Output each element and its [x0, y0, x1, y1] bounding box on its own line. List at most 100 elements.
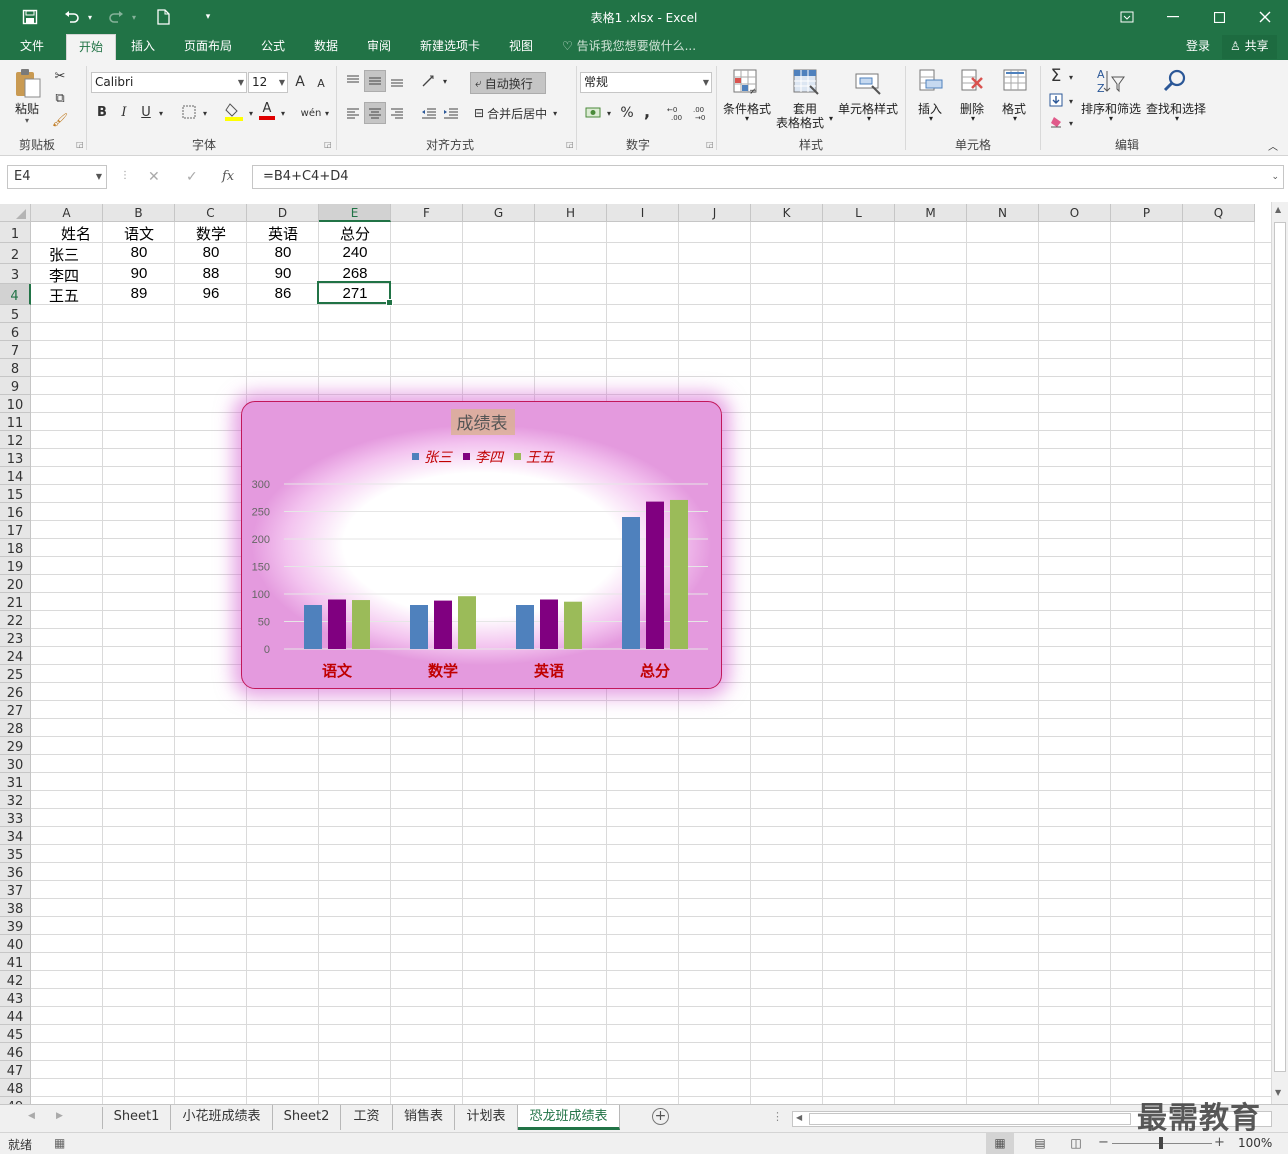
row-header-24[interactable]: 24 [0, 647, 31, 665]
enter-icon[interactable]: ✓ [186, 169, 198, 185]
phonetic-icon[interactable]: wén [300, 102, 322, 124]
format-table-dropdown-icon[interactable]: ▾ [826, 114, 836, 123]
row-header-4[interactable]: 4 [0, 284, 31, 305]
insert-function-icon[interactable]: fx [222, 169, 234, 184]
tab-file[interactable]: 文件 [10, 34, 54, 60]
accounting-icon[interactable] [582, 102, 606, 124]
number-launcher-icon[interactable]: ◲ [706, 140, 714, 149]
find-select-icon[interactable] [1160, 66, 1190, 96]
tab-new-tab[interactable]: 新建选项卡 [412, 34, 488, 60]
cancel-icon[interactable]: ✕ [148, 169, 160, 185]
row-header-1[interactable]: 1 [0, 222, 31, 243]
conditional-format-icon[interactable]: ≠ [730, 66, 762, 98]
increase-decimal-icon[interactable]: ←0.00 [666, 102, 688, 124]
insert-cells-icon[interactable] [916, 66, 946, 96]
zoom-level[interactable]: 100% [1238, 1136, 1272, 1150]
fill-icon[interactable] [1046, 90, 1066, 110]
tell-me-box[interactable]: ♡ 告诉我您想要做什么... [562, 34, 696, 60]
column-header-I[interactable]: I [607, 204, 679, 222]
column-header-K[interactable]: K [751, 204, 823, 222]
cell-E2[interactable]: 240 [319, 244, 391, 261]
font-color-dropdown-icon[interactable]: ▾ [278, 106, 288, 120]
tab-formulas[interactable]: 公式 [252, 34, 294, 60]
format-cells-icon[interactable] [1000, 66, 1030, 96]
tab-insert[interactable]: 插入 [122, 34, 164, 60]
sheet-next-icon[interactable]: ▶ [56, 1111, 63, 1121]
sheet-tab-konglong[interactable]: 恐龙班成绩表 [518, 1105, 620, 1130]
row-header-33[interactable]: 33 [0, 809, 31, 827]
orientation-icon[interactable] [418, 70, 440, 92]
cell-B3[interactable]: 90 [103, 265, 175, 282]
maximize-icon[interactable] [1196, 0, 1242, 34]
column-header-J[interactable]: J [679, 204, 751, 222]
page-layout-view-icon[interactable]: ▤ [1028, 1133, 1052, 1154]
row-header-26[interactable]: 26 [0, 683, 31, 701]
vertical-scrollbar[interactable]: ▲ ▼ [1271, 202, 1288, 1104]
comma-button[interactable]: , [640, 100, 654, 122]
shrink-font-icon[interactable]: A [314, 74, 328, 92]
row-header-6[interactable]: 6 [0, 323, 31, 341]
row-header-12[interactable]: 12 [0, 431, 31, 449]
row-header-5[interactable]: 5 [0, 305, 31, 323]
column-header-F[interactable]: F [391, 204, 463, 222]
select-all-button[interactable] [0, 204, 31, 222]
column-header-N[interactable]: N [967, 204, 1039, 222]
column-header-Q[interactable]: Q [1183, 204, 1255, 222]
sheet-tab-xiaohua[interactable]: 小花班成绩表 [171, 1105, 273, 1130]
tab-splitter-icon[interactable]: ⋮ [772, 1110, 783, 1123]
clear-dropdown-icon[interactable]: ▾ [1066, 116, 1076, 130]
scroll-up-icon[interactable]: ▲ [1275, 205, 1281, 214]
paste-dropdown-icon[interactable]: ▾ [12, 116, 42, 125]
column-header-P[interactable]: P [1111, 204, 1183, 222]
format-as-table-icon[interactable] [790, 66, 822, 98]
number-format-combo[interactable]: 常规 ▼ [580, 72, 712, 93]
fill-dropdown-icon[interactable]: ▾ [246, 106, 256, 120]
align-right-icon[interactable] [386, 102, 408, 124]
sheet-tab-sheet2[interactable]: Sheet2 [273, 1105, 341, 1130]
vertical-scroll-thumb[interactable] [1274, 222, 1286, 1072]
font-size-combo[interactable]: 12 ▼ [248, 72, 288, 93]
row-header-20[interactable]: 20 [0, 575, 31, 593]
name-box[interactable]: E4 ▼ [7, 165, 107, 189]
row-header-44[interactable]: 44 [0, 1007, 31, 1025]
autosum-icon[interactable]: Σ [1046, 66, 1066, 86]
row-header-46[interactable]: 46 [0, 1043, 31, 1061]
clipboard-launcher-icon[interactable]: ◲ [76, 140, 84, 149]
cell-D4[interactable]: 86 [247, 285, 319, 302]
cell-B1[interactable]: 语文 [103, 223, 175, 244]
row-header-41[interactable]: 41 [0, 953, 31, 971]
row-header-14[interactable]: 14 [0, 467, 31, 485]
row-header-35[interactable]: 35 [0, 845, 31, 863]
column-header-E[interactable]: E [319, 204, 391, 222]
cell-A3[interactable]: 李四 [49, 265, 103, 286]
cell-E3[interactable]: 268 [319, 265, 391, 282]
row-header-30[interactable]: 30 [0, 755, 31, 773]
minimize-icon[interactable] [1150, 0, 1196, 34]
row-header-45[interactable]: 45 [0, 1025, 31, 1043]
column-header-O[interactable]: O [1039, 204, 1111, 222]
tab-page-layout[interactable]: 页面布局 [176, 34, 240, 60]
tab-data[interactable]: 数据 [305, 34, 347, 60]
column-header-B[interactable]: B [103, 204, 175, 222]
row-header-10[interactable]: 10 [0, 395, 31, 413]
normal-view-icon[interactable]: ▦ [986, 1133, 1014, 1154]
row-header-2[interactable]: 2 [0, 243, 31, 264]
login-link[interactable]: 登录 [1186, 34, 1210, 60]
row-header-8[interactable]: 8 [0, 359, 31, 377]
close-icon[interactable] [1242, 0, 1288, 34]
row-header-38[interactable]: 38 [0, 899, 31, 917]
sheet-tab-sales[interactable]: 销售表 [393, 1105, 455, 1130]
formula-input[interactable]: =B4+C4+D4 ⌄ [252, 165, 1284, 189]
wrap-text-button[interactable]: ⤶ 自动换行 [470, 72, 546, 94]
tab-home[interactable]: 开始 [66, 34, 116, 60]
insert-dropdown-icon[interactable]: ▾ [924, 114, 938, 123]
collapse-ribbon-icon[interactable]: ︿ [1266, 138, 1280, 153]
row-header-9[interactable]: 9 [0, 377, 31, 395]
active-cell-selection[interactable] [317, 281, 393, 306]
row-header-11[interactable]: 11 [0, 413, 31, 431]
font-name-combo[interactable]: Calibri ▼ [91, 72, 247, 93]
column-header-D[interactable]: D [247, 204, 319, 222]
sort-filter-icon[interactable]: AZ [1094, 66, 1128, 96]
zoom-slider-thumb[interactable] [1159, 1137, 1163, 1149]
row-header-17[interactable]: 17 [0, 521, 31, 539]
